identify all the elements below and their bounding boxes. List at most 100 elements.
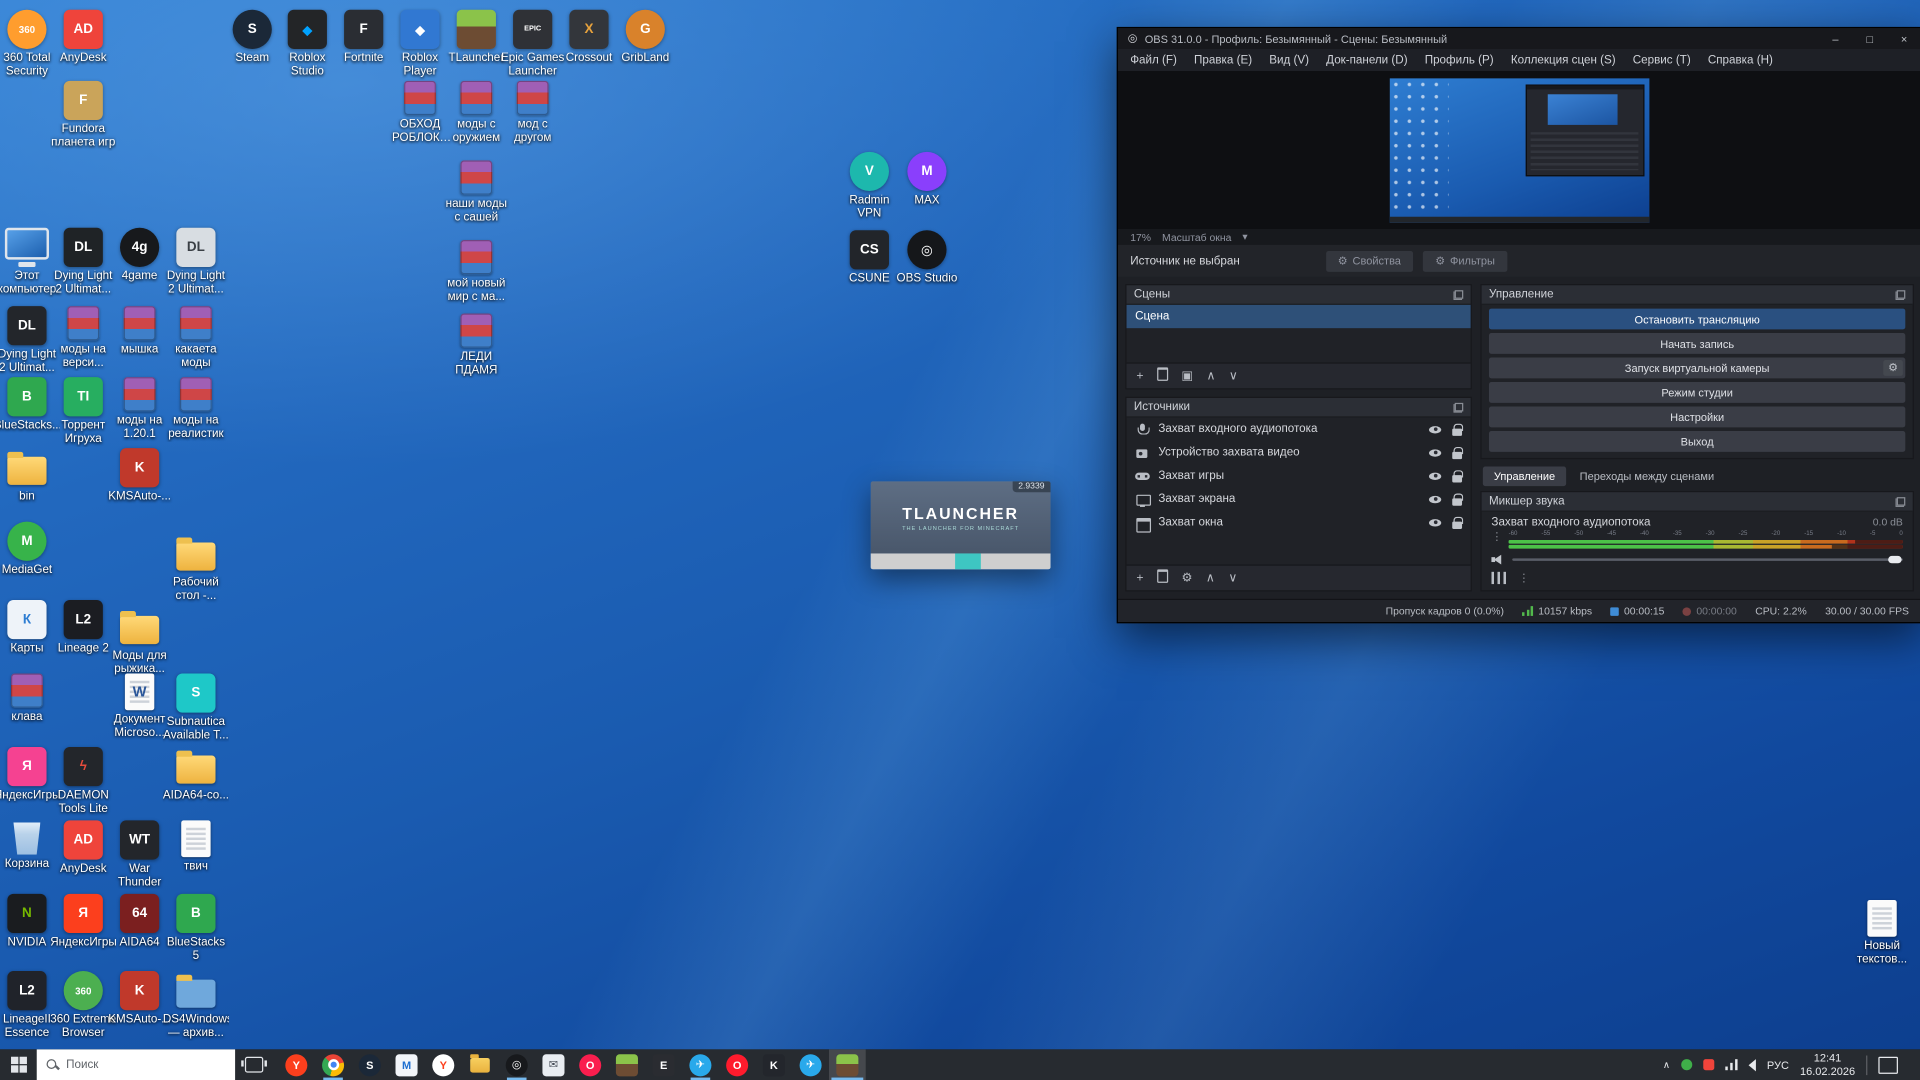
taskbar-clock[interactable]: 12:41 16.02.2026 (1800, 1051, 1855, 1077)
mixer-config-icon[interactable] (1491, 572, 1506, 584)
mixer-menu-icon[interactable]: ⋮ (1518, 572, 1529, 583)
desktop-icon[interactable]: ЛЕДИ ПДАМЯ (443, 313, 509, 378)
maximize-button[interactable]: □ (1853, 28, 1887, 49)
menu-item[interactable]: Справка (H) (1699, 51, 1781, 69)
control-button[interactable]: Остановить трансляцию ⚙ (1489, 309, 1905, 330)
properties-button[interactable]: ⚙ Свойства (1326, 250, 1414, 271)
lock-icon[interactable] (1452, 446, 1462, 458)
add-source-button[interactable]: + (1136, 571, 1143, 584)
control-button[interactable]: Режим студии ⚙ (1489, 382, 1905, 403)
menu-item[interactable]: Правка (E) (1185, 51, 1260, 69)
taskbar-app[interactable]: Y (425, 1049, 462, 1080)
dock-tab[interactable]: Управление (1483, 467, 1566, 487)
source-item[interactable]: Захват экрана (1127, 487, 1471, 510)
network-tray-icon[interactable] (1725, 1059, 1737, 1070)
mixer-channel-menu-icon[interactable]: ⋮ (1491, 531, 1502, 542)
dock-popout-icon[interactable] (1453, 290, 1463, 300)
desktop-icon[interactable]: CS CSUNE (836, 230, 902, 286)
dock-popout-icon[interactable] (1896, 497, 1906, 507)
lock-icon[interactable] (1452, 516, 1462, 528)
action-center-icon[interactable] (1878, 1056, 1898, 1073)
taskbar-app[interactable]: ◎ (498, 1049, 535, 1080)
add-scene-button[interactable]: + (1136, 369, 1143, 382)
obs-titlebar[interactable]: ◎ OBS 31.0.0 - Профиль: Безымянный - Сце… (1118, 28, 1920, 49)
desktop-icon[interactable]: Новый текстов... (1849, 900, 1915, 967)
menu-item[interactable]: Коллекция сцен (S) (1502, 51, 1624, 69)
duplicate-scene-button[interactable]: ▣ (1181, 369, 1193, 382)
source-down-button[interactable]: ∨ (1228, 571, 1237, 584)
desktop-icon[interactable]: V Radmin VPN (836, 152, 902, 222)
desktop-icon[interactable]: Рабочий стол -... (163, 534, 229, 604)
source-item[interactable]: Захват окна (1127, 511, 1471, 534)
desktop-icon[interactable]: наши моды с сашей (443, 160, 509, 225)
dock-tab[interactable]: Переходы между сценами (1569, 467, 1726, 487)
remove-scene-button[interactable] (1157, 367, 1168, 384)
lock-icon[interactable] (1452, 493, 1462, 505)
control-button[interactable]: Настройки ⚙ (1489, 407, 1905, 428)
visibility-eye-icon[interactable] (1429, 426, 1441, 433)
start-button[interactable] (0, 1049, 37, 1080)
taskbar-app[interactable]: Y (278, 1049, 315, 1080)
desktop-icon[interactable]: мой новый мир с ма... (443, 240, 509, 305)
taskbar-app[interactable]: K (756, 1049, 793, 1080)
lock-icon[interactable] (1452, 423, 1462, 435)
control-button[interactable]: Запуск виртуальной камеры ⚙ (1489, 358, 1905, 379)
close-button[interactable]: × (1887, 28, 1920, 49)
desktop-icon[interactable]: K KMSAuto-... (107, 448, 173, 504)
desktop-icon[interactable]: M MAX (894, 152, 960, 208)
desktop-icon[interactable]: bin (0, 448, 60, 504)
taskbar-app[interactable]: S (351, 1049, 388, 1080)
source-up-button[interactable]: ∧ (1206, 571, 1215, 584)
lock-icon[interactable] (1452, 470, 1462, 482)
taskbar-app[interactable] (829, 1049, 866, 1080)
dock-popout-icon[interactable] (1896, 290, 1906, 300)
antivirus-tray-icon[interactable] (1681, 1059, 1692, 1070)
visibility-eye-icon[interactable] (1429, 472, 1441, 479)
taskbar-app[interactable]: O (719, 1049, 756, 1080)
source-item[interactable]: Устройство захвата видео (1127, 441, 1471, 464)
desktop-icon[interactable]: какаета моды (163, 306, 229, 371)
desktop-icon[interactable]: ◎ OBS Studio (894, 230, 960, 286)
taskbar-search[interactable]: Поиск (37, 1049, 235, 1080)
desktop-icon[interactable]: AIDA64-со... (163, 747, 229, 803)
menu-item[interactable]: Вид (V) (1261, 51, 1318, 69)
desktop-icon[interactable]: DS4Windows — архив... (163, 971, 229, 1041)
volume-tray-icon[interactable] (1748, 1059, 1755, 1071)
minimize-button[interactable]: – (1818, 28, 1852, 49)
taskbar-app[interactable]: E (645, 1049, 682, 1080)
desktop-icon[interactable]: DL Dying Light 2 Ultimat... (163, 228, 229, 298)
zoom-label[interactable]: Масштаб окна (1162, 231, 1231, 243)
desktop-icon[interactable]: F Fundora планета игр (50, 81, 116, 151)
control-button[interactable]: Начать запись ⚙ (1489, 333, 1905, 354)
taskbar-app[interactable] (609, 1049, 646, 1080)
scene-down-button[interactable]: ∨ (1229, 369, 1238, 382)
taskbar-app[interactable]: ✈ (792, 1049, 829, 1080)
desktop-icon[interactable]: твич (163, 820, 229, 874)
chevron-down-icon[interactable]: ▾ (1242, 230, 1247, 243)
filters-button[interactable]: ⚙ Фильтры (1423, 250, 1507, 271)
volume-slider-handle[interactable] (1888, 556, 1901, 563)
dock-popout-icon[interactable] (1453, 402, 1463, 412)
menu-item[interactable]: Файл (F) (1122, 51, 1186, 69)
remove-source-button[interactable] (1157, 569, 1168, 586)
visibility-eye-icon[interactable] (1429, 449, 1441, 456)
scene-item[interactable]: Сцена (1127, 305, 1471, 328)
task-view-button[interactable] (235, 1049, 272, 1080)
tray-chevron-icon[interactable]: ∧ (1663, 1059, 1670, 1070)
source-properties-button[interactable]: ⚙ (1181, 571, 1192, 584)
desktop-icon[interactable]: M MediaGet (0, 522, 60, 578)
visibility-eye-icon[interactable] (1429, 495, 1441, 502)
taskbar-app[interactable] (462, 1049, 499, 1080)
source-item[interactable]: Захват входного аудиопотока (1127, 418, 1471, 441)
desktop-icon[interactable]: Моды для рыжика... (107, 607, 173, 677)
desktop-icon[interactable]: B BlueStacks 5 (163, 894, 229, 964)
desktop-icon[interactable]: моды на реалистик (163, 377, 229, 442)
gear-icon[interactable]: ⚙ (1883, 360, 1903, 376)
desktop-icon[interactable]: клава (0, 673, 60, 724)
obs-preview-canvas[interactable] (1390, 78, 1650, 222)
visibility-eye-icon[interactable] (1429, 519, 1441, 526)
speaker-icon[interactable] (1491, 553, 1504, 565)
desktop-icon[interactable]: AD AnyDesk (50, 10, 116, 66)
anydesk-tray-icon[interactable] (1703, 1059, 1714, 1070)
taskbar-app[interactable]: M (388, 1049, 425, 1080)
